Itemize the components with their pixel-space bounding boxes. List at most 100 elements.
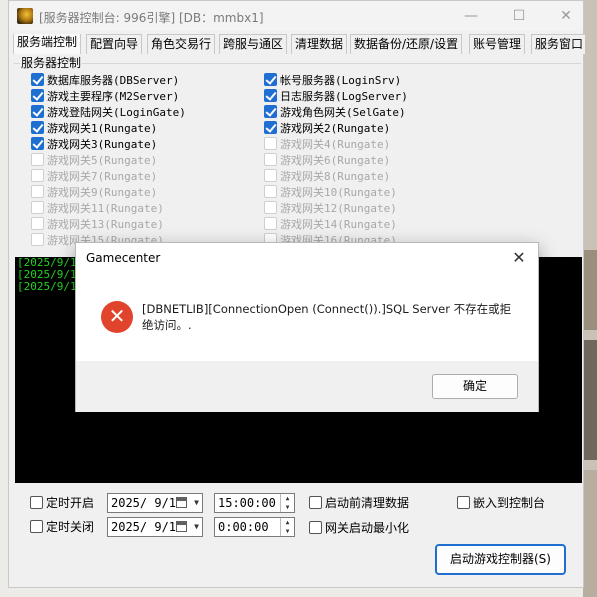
server-checkbox[interactable]: 游戏网关9(Rungate) — [31, 185, 157, 200]
minimize-button[interactable]: — — [457, 6, 485, 26]
server-checkbox-label: 数据库服务器(DBServer) — [47, 74, 180, 87]
start-date-picker[interactable]: 2025/ 9/15 ▼ — [107, 493, 203, 513]
stop-date-picker[interactable]: 2025/ 9/15 ▼ — [107, 517, 203, 537]
server-checkbox[interactable]: 游戏网关8(Rungate) — [264, 169, 390, 184]
window-title: [服务器控制台: 996引擎] [DB：mmbx1] — [39, 11, 264, 25]
server-checkbox-label: 帐号服务器(LoginSrv) — [280, 74, 402, 87]
server-checkbox-label: 游戏登陆网关(LoginGate) — [47, 106, 186, 119]
checkbox-box[interactable] — [309, 496, 322, 509]
tab-service-window[interactable]: 服务窗口 — [531, 34, 585, 54]
server-checkbox[interactable]: 游戏网关11(Rungate) — [31, 201, 164, 216]
stop-time-value: 0:00:00 — [218, 520, 269, 534]
checkbox-box[interactable] — [264, 105, 277, 118]
calendar-icon[interactable] — [176, 521, 187, 532]
start-time-value: 15:00:00 — [218, 496, 276, 510]
server-checkbox[interactable]: 游戏登陆网关(LoginGate) — [31, 105, 186, 120]
tab-cross-server[interactable]: 跨服与通区 — [219, 34, 288, 54]
checkbox-box[interactable] — [31, 169, 44, 182]
checkbox-box[interactable] — [264, 201, 277, 214]
server-checkbox[interactable]: 游戏网关14(Rungate) — [264, 217, 397, 232]
checkbox-box[interactable] — [31, 137, 44, 150]
checkbox-box[interactable] — [264, 169, 277, 182]
server-checkbox[interactable]: 游戏角色网关(SelGate) — [264, 105, 406, 120]
checkbox-box[interactable] — [31, 185, 44, 198]
server-checkbox[interactable]: 数据库服务器(DBServer) — [31, 73, 179, 88]
server-checkbox-label: 游戏网关13(Rungate) — [47, 218, 164, 231]
tab-backup-restore[interactable]: 数据备份/还原/设置 — [350, 34, 463, 54]
chevron-down-icon[interactable]: ▼ — [194, 518, 199, 536]
embed-console-label: 嵌入到控制台 — [473, 496, 546, 510]
timed-start-label: 定时开启 — [46, 496, 95, 510]
server-checkbox[interactable]: 游戏网关1(Rungate) — [31, 121, 157, 136]
groupbox-title: 服务器控制 — [20, 54, 83, 71]
tab-config-wizard[interactable]: 配置向导 — [86, 34, 143, 54]
server-checkbox[interactable]: 游戏网关6(Rungate) — [264, 153, 390, 168]
checkbox-box[interactable] — [31, 153, 44, 166]
checkbox-box[interactable] — [31, 121, 44, 134]
checkbox-box[interactable] — [264, 137, 277, 150]
timed-stop-checkbox[interactable]: 定时关闭 — [30, 519, 94, 535]
stop-time-field[interactable]: 0:00:00 ▲ ▼ — [214, 517, 295, 537]
timed-start-checkbox[interactable]: 定时开启 — [30, 495, 94, 511]
server-checkbox[interactable]: 游戏网关5(Rungate) — [31, 153, 157, 168]
minimize-gate-checkbox[interactable]: 网关启动最小化 — [309, 520, 409, 536]
server-checkbox-label: 游戏网关3(Rungate) — [47, 138, 158, 151]
checkbox-box[interactable] — [31, 105, 44, 118]
checkbox-box[interactable] — [309, 521, 322, 534]
server-checkbox[interactable]: 游戏主要程序(M2Server) — [31, 89, 179, 104]
tab-clean-data[interactable]: 清理数据 — [291, 34, 348, 54]
checkbox-box[interactable] — [264, 185, 277, 198]
checkbox-box[interactable] — [30, 496, 43, 509]
server-checkbox-label: 游戏网关9(Rungate) — [47, 186, 158, 199]
server-checkbox[interactable]: 游戏网关13(Rungate) — [31, 217, 164, 232]
checkbox-box[interactable] — [31, 233, 44, 246]
checkbox-box[interactable] — [31, 201, 44, 214]
tab-server-control[interactable]: 服务端控制 — [13, 34, 82, 54]
tab-role-trade[interactable]: 角色交易行 — [147, 34, 216, 54]
minimize-gate-label: 网关启动最小化 — [325, 521, 410, 535]
clean-before-start-checkbox[interactable]: 启动前清理数据 — [309, 495, 409, 511]
checkbox-box[interactable] — [264, 73, 277, 86]
server-checkbox[interactable]: 游戏网关7(Rungate) — [31, 169, 157, 184]
chevron-down-icon[interactable]: ▼ — [194, 494, 199, 512]
checkbox-box[interactable] — [31, 217, 44, 230]
groupbox-border — [14, 63, 581, 64]
dialog-close-button[interactable]: ✕ — [508, 247, 530, 269]
maximize-button[interactable]: ☐ — [505, 6, 533, 26]
checkbox-box[interactable] — [31, 89, 44, 102]
server-checkbox-label: 游戏网关4(Rungate) — [280, 138, 391, 151]
embed-console-checkbox[interactable]: 嵌入到控制台 — [457, 495, 545, 511]
checkbox-box[interactable] — [264, 121, 277, 134]
checkbox-box[interactable] — [457, 496, 470, 509]
calendar-icon[interactable] — [176, 497, 187, 508]
checkbox-box[interactable] — [264, 217, 277, 230]
spin-buttons[interactable]: ▲ ▼ — [280, 494, 294, 512]
checkbox-box[interactable] — [264, 89, 277, 102]
server-checkbox[interactable]: 游戏网关2(Rungate) — [264, 121, 390, 136]
server-checkbox-label: 游戏网关2(Rungate) — [280, 122, 391, 135]
server-checkbox[interactable]: 日志服务器(LogServer) — [264, 89, 408, 104]
server-checkbox-label: 游戏网关14(Rungate) — [280, 218, 397, 231]
checkbox-box[interactable] — [31, 73, 44, 86]
checkbox-box[interactable] — [264, 153, 277, 166]
spin-buttons[interactable]: ▲ ▼ — [280, 518, 294, 536]
start-time-field[interactable]: 15:00:00 ▲ ▼ — [214, 493, 295, 513]
server-checkbox-label: 日志服务器(LogServer) — [280, 90, 408, 103]
ok-button[interactable]: 确定 — [432, 374, 518, 399]
server-checkbox-label: 游戏网关6(Rungate) — [280, 154, 391, 167]
server-checkbox[interactable]: 游戏网关10(Rungate) — [264, 185, 397, 200]
tab-bar: 服务端控制 配置向导 角色交易行 跨服与通区 清理数据 数据备份/还原/设置 账… — [13, 34, 585, 54]
server-checkbox[interactable]: 游戏网关4(Rungate) — [264, 137, 390, 152]
server-checkbox[interactable]: 游戏网关12(Rungate) — [264, 201, 397, 216]
error-icon: ✕ — [101, 301, 133, 333]
start-game-controller-button[interactable]: 启动游戏控制器(S) — [435, 544, 566, 575]
close-button[interactable]: ✕ — [552, 6, 580, 26]
server-checkbox-label: 游戏网关8(Rungate) — [280, 170, 391, 183]
server-checkbox[interactable]: 帐号服务器(LoginSrv) — [264, 73, 401, 88]
server-checkbox-label: 游戏网关7(Rungate) — [47, 170, 158, 183]
server-checkbox-label: 游戏网关1(Rungate) — [47, 122, 158, 135]
server-checkbox-label: 游戏网关11(Rungate) — [47, 202, 164, 215]
server-checkbox[interactable]: 游戏网关3(Rungate) — [31, 137, 157, 152]
checkbox-box[interactable] — [30, 520, 43, 533]
tab-account-manage[interactable]: 账号管理 — [469, 34, 526, 54]
